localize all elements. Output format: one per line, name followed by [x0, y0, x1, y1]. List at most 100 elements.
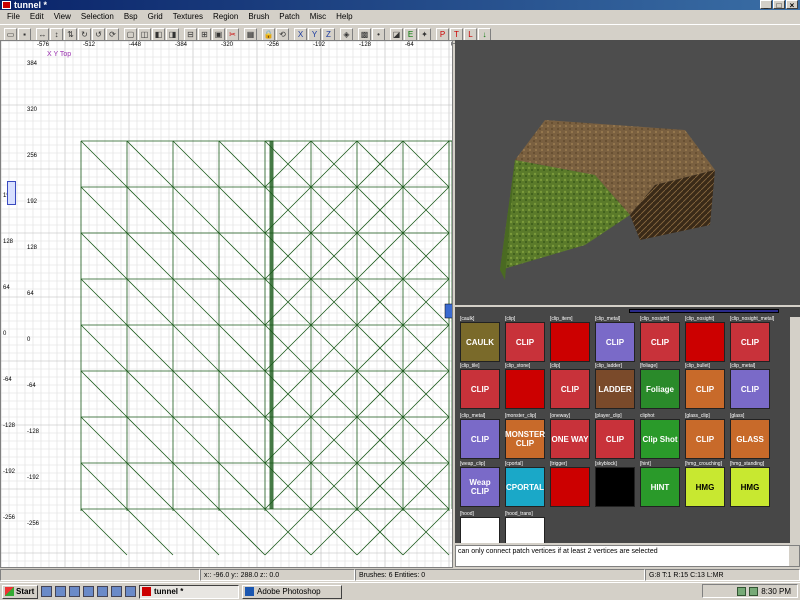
minimize-button[interactable]: _ — [760, 0, 772, 10]
y-view-icon[interactable]: Y — [308, 27, 321, 41]
texture-tile[interactable] — [505, 517, 545, 543]
texture-tile[interactable]: HINT — [640, 467, 680, 507]
texture-tile[interactable]: CLIP — [685, 369, 725, 409]
show-entities-icon[interactable]: T — [450, 27, 463, 41]
camera-view[interactable] — [455, 40, 800, 305]
csg-subtract-icon[interactable]: ⊟ — [184, 27, 197, 41]
texture-tile[interactable]: Foliage — [640, 369, 680, 409]
menu-patch[interactable]: Patch — [274, 10, 304, 24]
menu-bsp[interactable]: Bsp — [119, 10, 143, 24]
texture-tile[interactable]: CLIP — [550, 369, 590, 409]
texture-tile[interactable]: CLIP — [460, 369, 500, 409]
close-button[interactable]: × — [786, 0, 798, 10]
texture-tile[interactable]: CLIP — [730, 322, 770, 362]
texture-tile[interactable]: CLIP — [595, 322, 635, 362]
texture-tile[interactable]: CLIP — [460, 419, 500, 459]
texture-tile[interactable] — [550, 467, 590, 507]
cubic-clip-icon[interactable]: ◪ — [390, 27, 403, 41]
select-partial-icon[interactable]: ◧ — [152, 27, 165, 41]
texture-tile[interactable]: CLIP — [505, 322, 545, 362]
texture-rotate-icon[interactable]: ⟲ — [276, 27, 289, 41]
texture-tile[interactable]: Weap CLIP — [460, 467, 500, 507]
menu-grid[interactable]: Grid — [143, 10, 168, 24]
texture-tile[interactable]: HMG — [685, 467, 725, 507]
quicklaunch-media-icon[interactable] — [111, 586, 122, 597]
menu-view[interactable]: View — [49, 10, 76, 24]
tray-network-icon[interactable] — [737, 586, 747, 596]
light-icon[interactable]: ✦ — [418, 27, 431, 41]
change-views-icon[interactable]: ▦ — [244, 27, 257, 41]
texture-tile[interactable] — [460, 517, 500, 543]
quicklaunch-extra-icon[interactable] — [125, 586, 136, 597]
menu-textures[interactable]: Textures — [168, 10, 208, 24]
rotate-y-icon[interactable]: ↺ — [92, 27, 105, 41]
texture-tile[interactable]: CLIP — [595, 419, 635, 459]
menu-file[interactable]: File — [2, 10, 25, 24]
texture-tile[interactable]: HMG — [730, 467, 770, 507]
console[interactable]: can only connect patch vertices if at le… — [455, 545, 800, 567]
x-view-icon[interactable]: X — [294, 27, 307, 41]
select-inside-icon[interactable]: ◨ — [166, 27, 179, 41]
z-view-icon[interactable]: Z — [322, 27, 335, 41]
select-complete-icon[interactable]: ▢ — [124, 27, 137, 41]
menu-brush[interactable]: Brush — [243, 10, 274, 24]
quicklaunch-desktop-icon[interactable] — [41, 586, 52, 597]
xy-grid[interactable] — [1, 41, 453, 568]
start-button[interactable]: Start — [2, 584, 38, 599]
menu-help[interactable]: Help — [331, 10, 357, 24]
menu-region[interactable]: Region — [208, 10, 243, 24]
texture-tile[interactable]: LADDER — [595, 369, 635, 409]
rotate-z-icon[interactable]: ⟳ — [106, 27, 119, 41]
texture-tile[interactable]: CLIP — [685, 419, 725, 459]
csg-merge-icon[interactable]: ⊞ — [198, 27, 211, 41]
texture-tile[interactable]: Clip Shot — [640, 419, 680, 459]
quicklaunch-app-icon[interactable] — [69, 586, 80, 597]
entity-icon[interactable]: E — [404, 27, 417, 41]
save-icon[interactable]: ▪ — [18, 27, 31, 41]
xy-view[interactable]: X Y Top -576 -512 -448 -384 -320 -256 -192 -128… — [0, 40, 453, 568]
texture-tile[interactable]: ONE WAY — [550, 419, 590, 459]
patch-icon[interactable]: ▩ — [358, 27, 371, 41]
texture-tile[interactable] — [595, 467, 635, 507]
texture-tile[interactable]: CLIP — [730, 369, 770, 409]
flip-z-icon[interactable]: ⇅ — [64, 27, 77, 41]
quicklaunch-folder-icon[interactable] — [83, 586, 94, 597]
select-touching-icon[interactable]: ◫ — [138, 27, 151, 41]
title-bar[interactable]: tunnel * _ □ × — [0, 0, 800, 10]
quicklaunch-tool-icon[interactable] — [97, 586, 108, 597]
arrow-down-icon[interactable]: ↓ — [478, 27, 491, 41]
maximize-button[interactable]: □ — [773, 0, 785, 10]
show-patches-icon[interactable]: P — [436, 27, 449, 41]
texture-tile[interactable]: CPORTAL — [505, 467, 545, 507]
flip-y-icon[interactable]: ↕ — [50, 27, 63, 41]
clock[interactable]: 8:30 PM — [761, 587, 791, 596]
menu-selection[interactable]: Selection — [76, 10, 119, 24]
tray-volume-icon[interactable] — [749, 586, 759, 596]
texture-tile[interactable]: GLASS — [730, 419, 770, 459]
task-radiant[interactable]: tunnel * — [139, 584, 239, 599]
open-icon[interactable]: ▭ — [4, 27, 17, 41]
texture-tile[interactable]: CAULK — [460, 322, 500, 362]
make-hollow-icon[interactable]: ▣ — [212, 27, 225, 41]
texture-tile[interactable] — [550, 322, 590, 362]
flip-x-icon[interactable]: ↔ — [36, 27, 49, 41]
camera-marker-icon[interactable] — [7, 181, 16, 205]
texture-tile[interactable] — [685, 322, 725, 362]
texture-tile[interactable]: CLIP — [640, 322, 680, 362]
texture-scrollbar[interactable] — [790, 317, 800, 543]
rotate-x-icon[interactable]: ↻ — [78, 27, 91, 41]
quicklaunch-browser-icon[interactable] — [55, 586, 66, 597]
camera-move-icon[interactable]: ◈ — [340, 27, 353, 41]
show-lights-icon[interactable]: L — [464, 27, 477, 41]
console-scrollbar[interactable] — [789, 546, 799, 566]
texture-filter-bar[interactable] — [629, 309, 779, 313]
texture-lock-icon[interactable]: 🔒 — [262, 27, 275, 41]
texture-tile[interactable]: MONSTER CLIP — [505, 419, 545, 459]
vertex-icon[interactable]: • — [372, 27, 385, 41]
clipper-icon[interactable]: ✂ — [226, 27, 239, 41]
menu-misc[interactable]: Misc — [305, 10, 331, 24]
texture-tile[interactable] — [505, 369, 545, 409]
task-photoshop[interactable]: Adobe Photoshop — [242, 584, 342, 599]
texture-browser[interactable]: [caulk] CAULK [clip] CLIP [clip_item] [clip_m… — [455, 307, 800, 543]
menu-edit[interactable]: Edit — [25, 10, 49, 24]
